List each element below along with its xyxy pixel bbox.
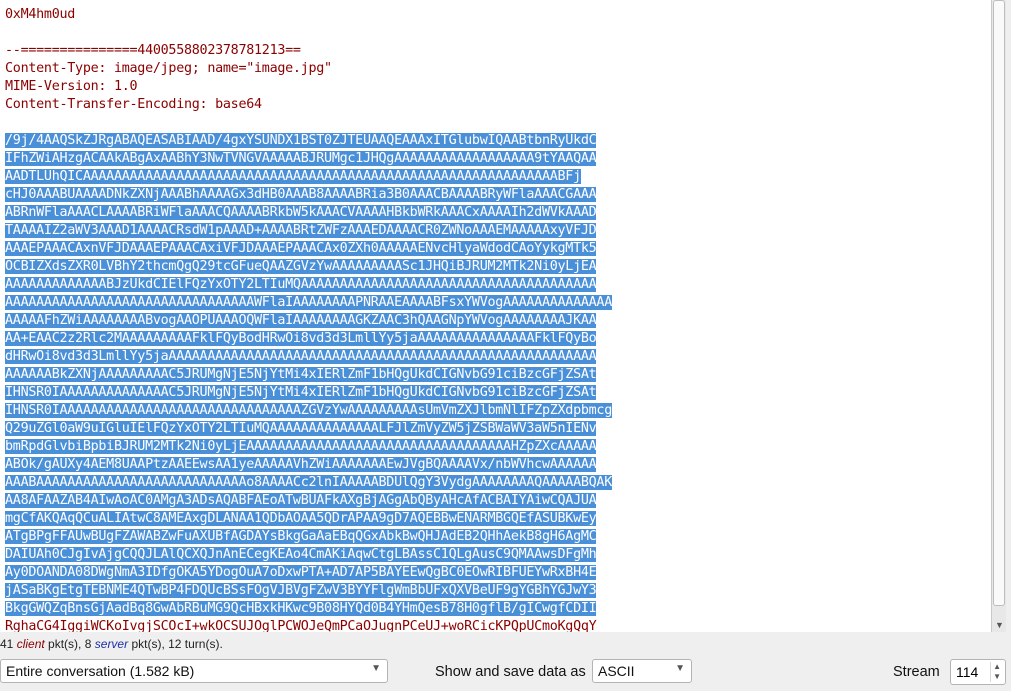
server-label: server <box>94 637 129 651</box>
chevron-down-icon: ▼ <box>371 663 381 674</box>
selected-base64-line: ATgBPgFFAUwBUgFZAWABZwFuAXUBfAGDAYsBkgGa… <box>5 529 597 544</box>
selected-base64-line: OCBIZXdsZXR0LVBhY2thcmQgQ29tcGFueQAAZGVz… <box>5 259 597 274</box>
stream-text[interactable]: 0xM4hm0ud --===============44005588023787… <box>5 6 991 632</box>
conversation-value: Entire conversation (1.582 kB) <box>6 663 195 679</box>
stream-header-line: 0xM4hm0ud <box>5 7 76 22</box>
selected-base64-line: dHRwOi8vd3d3LmllYy5jaAAAAAAAAAAAAAAAAAAA… <box>5 349 597 364</box>
selected-base64-line: AAAAAABkZXNjAAAAAAAAAC5JRUMgNjE5NjYtMi4x… <box>5 367 597 382</box>
chevron-down-icon[interactable]: ▼ <box>993 673 1001 681</box>
stream-summary: 41 client pkt(s), 8 server pkt(s), 12 tu… <box>0 637 223 651</box>
selected-base64-line: Ay0DOANDA08DWgNmA3IDfgOKA5YDogOuA7oDxwPT… <box>5 565 597 580</box>
format-select[interactable]: ASCII ▼ <box>592 659 692 683</box>
selected-base64-line: TAAAAIZ2aWV3AAAD1AAAACRsdW1pAAAD+AAAABRt… <box>5 223 597 238</box>
client-suffix: pkt(s), <box>44 637 85 651</box>
selected-base64-line: AA8AFAAZAB4AIwAoAC0AMgA3ADsAQABFAEoATwBU… <box>5 493 597 508</box>
stream-header-line <box>5 114 991 132</box>
chevron-down-icon: ▼ <box>675 663 685 674</box>
selected-base64-line: ABOk/gAUXy4AEM8UAAPtzAAEEwsAA1yeAAAAAVhZ… <box>5 457 597 472</box>
format-label: Show and save data as <box>435 664 586 680</box>
stream-label: Stream <box>893 664 940 680</box>
selected-base64-line: mgCfAKQAqQCuALIAtwC8AMEAxgDLANAA1QDbAOAA… <box>5 511 597 526</box>
selected-base64-line: AAAAAAAAAAAAAAAAAAAAAAAAAAAAAAAAWFlaIAAA… <box>5 295 612 310</box>
stream-header-line: MIME-Version: 1.0 <box>5 79 138 94</box>
server-packet-count: 8 <box>84 637 92 651</box>
selected-base64-line: BkgGWQZqBnsGjAadBq8GwAbRBuMG9QcHBxkHKwc9… <box>5 601 597 616</box>
stream-header-line: --===============4400558802378781213== <box>5 43 301 58</box>
selected-base64-line: IHNSR0IAAAAAAAAAAAAAAAAAAAAAAAAAAAAAAAZG… <box>5 403 612 418</box>
stream-content-pane[interactable]: 0xM4hm0ud --===============44005588023787… <box>0 0 991 632</box>
server-suffix: pkt(s), 12 turn(s). <box>128 637 223 651</box>
stream-header-line: Content-Transfer-Encoding: base64 <box>5 97 262 112</box>
spinbox-divider <box>990 662 991 682</box>
stream-header-line: Content-Type: image/jpeg; name="image.jp… <box>5 61 332 76</box>
selected-base64-line: Q29uZGl0aW9uIGluIElFQzYxOTY2LTIuMQAAAAAA… <box>5 421 597 436</box>
selected-base64-line: bmRpdGlvbiBpbiBJRUM2MTk2Ni0yLjEAAAAAAAAA… <box>5 439 597 454</box>
stream-number-spinbox[interactable]: 114 ▲ ▼ <box>950 659 1006 685</box>
stream-header-line <box>5 24 991 42</box>
selected-base64-line: ABRnWFlaAAACLAAAABRiWFlaAAACQAAAABRkbW5k… <box>5 205 597 220</box>
selected-base64-line: AAAAAFhZWiAAAAAAAABvogAAOPUAAAOQWFlaIAAA… <box>5 313 597 328</box>
selected-base64-line: AAAEPAAACAxnVFJDAAAEPAAACAxiVFJDAAAEPAAA… <box>5 241 597 256</box>
vertical-scrollbar[interactable]: ▼ <box>991 0 1006 632</box>
selected-base64-line: /9j/4AAQSkZJRgABAQEASABIAAD/4gxYSUNDX1BS… <box>5 133 597 148</box>
chevron-up-icon[interactable]: ▲ <box>993 663 1001 671</box>
selected-base64-line: DAIUAh0CJgIvAjgCQQJLAlQCXQJnAnECegKEAo4C… <box>5 547 597 562</box>
client-label: client <box>16 637 45 651</box>
conversation-select[interactable]: Entire conversation (1.582 kB) ▼ <box>0 659 388 683</box>
selected-base64-line: AA+EAAC2z2Rlc2MAAAAAAAAAFklFQyBodHRwOi8v… <box>5 331 597 346</box>
base64-line: RghaCG4IggiWCKoIvgjSCOcI+wkOCSUJOglPCWOJ… <box>5 619 597 632</box>
client-packet-count: 41 <box>0 637 14 651</box>
selected-base64-line: AAABAAAAAAAAAAAAAAAAAAAAAAAAAAAo8AAAACc2… <box>5 475 612 490</box>
format-value: ASCII <box>598 663 635 679</box>
selected-base64-line: cHJ0AAABUAAAADNkZXNjAAABhAAAAGx3dHB0AAAB… <box>5 187 597 202</box>
selected-base64-line: jASaBKgEtgTEBNME4QTwBP4FDQUcBSsFOgVJBVgF… <box>5 583 597 598</box>
stream-number-value[interactable]: 114 <box>956 664 978 680</box>
scroll-down-arrow-icon[interactable]: ▼ <box>994 620 1005 630</box>
selected-base64-line: AADTLUhQICAAAAAAAAAAAAAAAAAAAAAAAAAAAAAA… <box>5 169 581 184</box>
scrollbar-thumb[interactable] <box>993 0 1005 606</box>
selected-base64-line: IHNSR0IAAAAAAAAAAAAAAC5JRUMgNjE5NjYtMi4x… <box>5 385 597 400</box>
selected-base64-line: AAAAAAAAAAAAABJzUkdCIElFQzYxOTY2LTIuMQAA… <box>5 277 597 292</box>
selected-base64-line: IFhZWiAHzgACAAkABgAxAABhY3NwTVNGVAAAAABJ… <box>5 151 597 166</box>
